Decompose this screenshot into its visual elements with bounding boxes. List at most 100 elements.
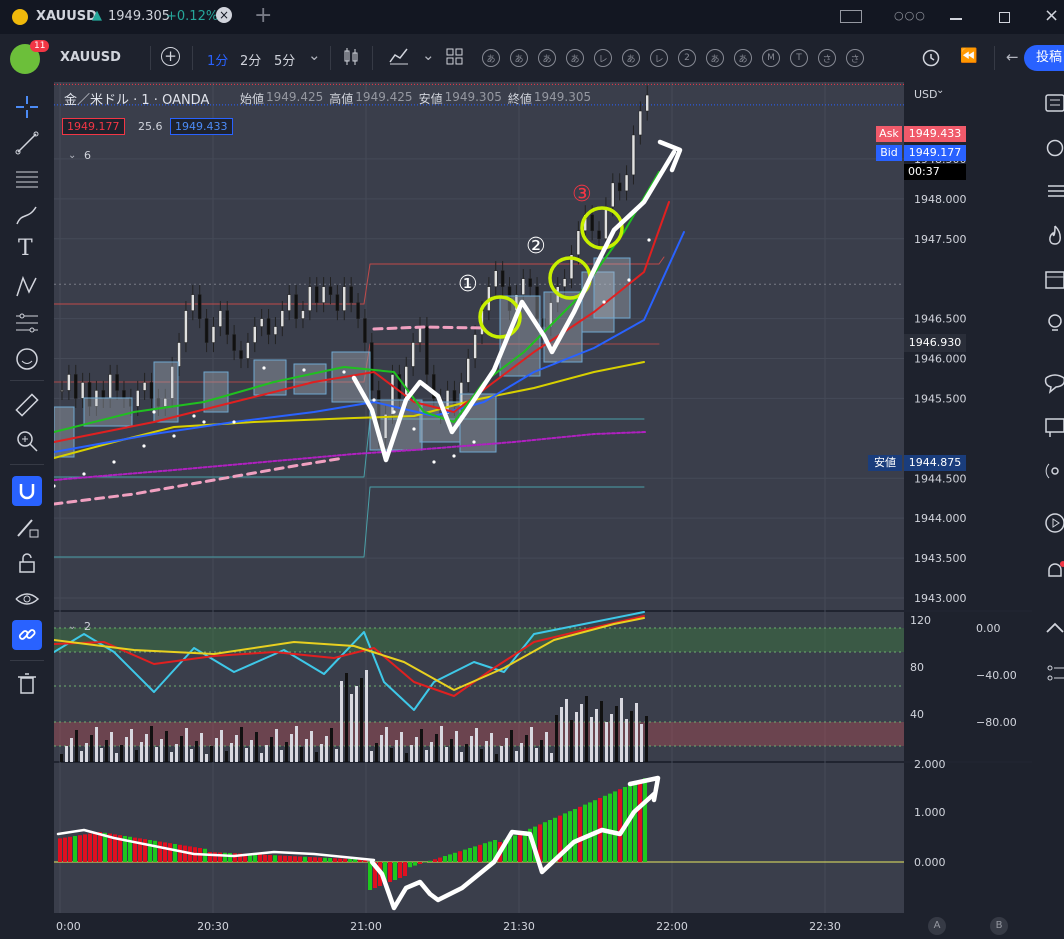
- script-button[interactable]: レ: [594, 49, 612, 67]
- volume-bar: [400, 732, 403, 762]
- volume-bar: [275, 729, 278, 762]
- indicators-collapse-chevron[interactable]: ⌄: [68, 150, 76, 161]
- trend-line-icon[interactable]: [14, 130, 40, 156]
- interval-chevron-icon[interactable]: ⌄: [308, 46, 321, 64]
- publish-button[interactable]: 投稿: [1024, 45, 1064, 71]
- collapse-panel-icon[interactable]: [1044, 618, 1064, 640]
- macd-histogram-bar: [178, 844, 182, 862]
- interval-1m-button[interactable]: 1分: [207, 50, 228, 69]
- script-button[interactable]: あ: [622, 49, 640, 67]
- indicators-count[interactable]: 6: [84, 149, 91, 162]
- candles-icon[interactable]: [342, 47, 360, 67]
- tab-close-icon[interactable]: ×: [216, 7, 232, 23]
- auto-scale-button[interactable]: A: [928, 917, 946, 935]
- chat-icon[interactable]: [1044, 372, 1064, 394]
- volume-bar: [270, 737, 273, 762]
- time-tick-label: 22:30: [809, 920, 841, 933]
- macd-histogram-bar: [553, 817, 557, 862]
- macd-histogram-bar: [343, 858, 347, 862]
- replay-icon[interactable]: ⏪: [960, 48, 977, 64]
- interval-5m-button[interactable]: 5分: [274, 50, 295, 69]
- osc-left-tick: 120: [910, 614, 931, 627]
- emoji-icon[interactable]: [14, 346, 40, 372]
- play-icon[interactable]: [1044, 512, 1064, 534]
- alarm-clock-icon[interactable]: [920, 46, 942, 68]
- trash-icon[interactable]: [14, 670, 40, 696]
- hotlist-fire-icon[interactable]: [1044, 224, 1064, 246]
- log-scale-button[interactable]: B: [990, 917, 1008, 935]
- macd-pane: [54, 763, 904, 913]
- calendar-icon[interactable]: [1044, 268, 1064, 290]
- messages-icon[interactable]: [1044, 416, 1064, 438]
- tab-symbol[interactable]: XAUUSD: [36, 9, 97, 24]
- macd-histogram-bar: [618, 789, 622, 862]
- restore-button[interactable]: [999, 12, 1010, 23]
- watchlist-icon[interactable]: [1044, 92, 1064, 114]
- ruler-icon[interactable]: [14, 392, 40, 418]
- script-button[interactable]: レ: [650, 49, 668, 67]
- indicators-icon[interactable]: [388, 46, 410, 66]
- script-button[interactable]: さ: [846, 49, 864, 67]
- symbol-search-button[interactable]: XAUUSD: [60, 50, 121, 65]
- currency-label[interactable]: USD: [914, 88, 938, 101]
- text-tool-icon[interactable]: T: [18, 236, 33, 261]
- ideas-bulb-icon[interactable]: [1044, 312, 1064, 334]
- minimize-button[interactable]: [950, 18, 962, 20]
- osc-collapse-chevron[interactable]: ⌄: [68, 621, 76, 632]
- macd-histogram-bar: [288, 856, 292, 862]
- volume-bar: [425, 750, 428, 762]
- more-menu-button[interactable]: ○○○: [894, 9, 926, 22]
- currency-chevron-icon[interactable]: ⌄: [936, 85, 944, 96]
- script-button[interactable]: あ: [510, 49, 528, 67]
- object-tree-icon[interactable]: [1044, 662, 1064, 684]
- data-window-icon[interactable]: [1044, 180, 1064, 202]
- sar-dot: [432, 460, 436, 464]
- chart-canvas[interactable]: 1948.5001948.0001947.5001946.5001946.000…: [54, 82, 1032, 939]
- instrument-title[interactable]: 金／米ドル · 1 · OANDA: [64, 89, 209, 108]
- script-button[interactable]: T: [790, 49, 808, 67]
- osc-count[interactable]: 2: [84, 620, 91, 633]
- script-button[interactable]: あ: [734, 49, 752, 67]
- bid-price-box[interactable]: 1949.177: [62, 118, 125, 135]
- pattern-icon[interactable]: [14, 274, 40, 300]
- macd-histogram-bar: [433, 859, 437, 862]
- new-tab-button[interactable]: +: [254, 3, 272, 28]
- lock-icon[interactable]: [14, 550, 40, 576]
- volume-bar: [530, 727, 533, 762]
- notifications-bell-icon[interactable]: [1044, 560, 1064, 582]
- sar-dot: [647, 238, 651, 242]
- interval-2m-button[interactable]: 2分: [240, 50, 261, 69]
- alerts-icon[interactable]: [1044, 136, 1064, 158]
- broadcast-icon[interactable]: [1044, 460, 1064, 482]
- macd-histogram-bar: [68, 836, 72, 862]
- script-button[interactable]: M: [762, 49, 780, 67]
- ask-tag-label: Ask: [876, 126, 902, 142]
- volume-bar: [555, 715, 558, 762]
- fib-retracement-icon[interactable]: [14, 166, 40, 192]
- volume-bar: [560, 707, 563, 762]
- pencil-lock-icon[interactable]: [14, 514, 40, 540]
- macd-histogram-bar: [548, 820, 552, 862]
- back-arrow-icon[interactable]: ←: [1006, 48, 1019, 66]
- script-button[interactable]: あ: [538, 49, 556, 67]
- indicators-chevron-icon[interactable]: ⌄: [422, 46, 435, 64]
- prediction-icon[interactable]: [14, 310, 40, 336]
- zoom-in-icon[interactable]: [14, 428, 40, 454]
- macd-histogram-bar: [98, 832, 102, 862]
- eye-icon[interactable]: [14, 586, 40, 612]
- script-button[interactable]: あ: [482, 49, 500, 67]
- monitor-icon[interactable]: [840, 10, 862, 23]
- compare-button[interactable]: +: [161, 47, 180, 66]
- script-button[interactable]: あ: [706, 49, 724, 67]
- ask-price-box[interactable]: 1949.433: [170, 118, 233, 135]
- script-button[interactable]: 2: [678, 49, 696, 67]
- brush-icon[interactable]: [14, 202, 40, 228]
- volume-bar: [450, 739, 453, 762]
- script-button[interactable]: あ: [566, 49, 584, 67]
- crosshair-icon[interactable]: [14, 94, 40, 120]
- close-window-button[interactable]: ×: [1044, 5, 1059, 26]
- chart-area[interactable]: 1948.5001948.0001947.5001946.5001946.000…: [54, 82, 1032, 939]
- script-button[interactable]: さ: [818, 49, 836, 67]
- layout-grid-icon[interactable]: [446, 48, 464, 66]
- candle-body: [466, 358, 470, 383]
